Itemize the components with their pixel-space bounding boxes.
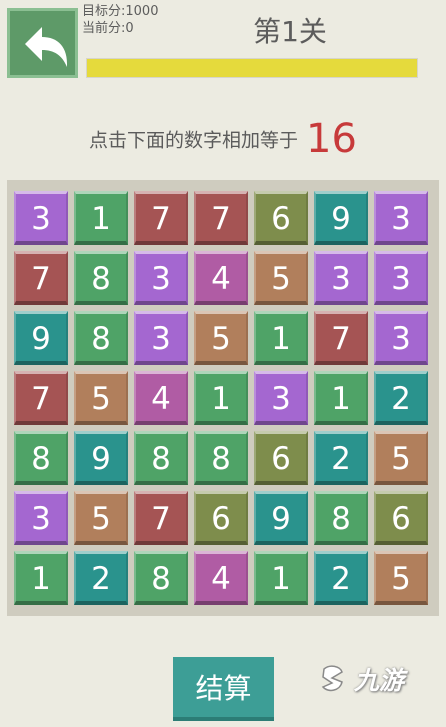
number-tile[interactable]: 7 <box>134 491 188 545</box>
number-tile[interactable]: 1 <box>314 371 368 425</box>
number-board: 3177693783453398351737541312898862535769… <box>7 180 439 616</box>
number-tile[interactable]: 7 <box>14 371 68 425</box>
number-tile[interactable]: 3 <box>374 251 428 305</box>
instruction: 点击下面的数字相加等于 16 <box>0 116 446 162</box>
number-tile[interactable]: 7 <box>134 191 188 245</box>
back-arrow-icon <box>25 27 68 67</box>
progress-bar <box>86 58 418 78</box>
number-tile[interactable]: 6 <box>194 491 248 545</box>
number-tile[interactable]: 1 <box>74 191 128 245</box>
number-tile[interactable]: 9 <box>74 431 128 485</box>
number-tile[interactable]: 9 <box>254 491 308 545</box>
target-sum: 16 <box>306 116 357 162</box>
number-tile[interactable]: 6 <box>254 431 308 485</box>
number-tile[interactable]: 7 <box>14 251 68 305</box>
number-tile[interactable]: 7 <box>314 311 368 365</box>
number-tile[interactable]: 8 <box>74 311 128 365</box>
number-tile[interactable]: 8 <box>194 431 248 485</box>
number-tile[interactable]: 5 <box>374 431 428 485</box>
number-tile[interactable]: 8 <box>314 491 368 545</box>
number-tile[interactable]: 5 <box>374 551 428 605</box>
number-tile[interactable]: 3 <box>374 191 428 245</box>
number-tile[interactable]: 2 <box>374 371 428 425</box>
number-tile[interactable]: 9 <box>14 311 68 365</box>
jiuyou-logo-icon <box>321 665 343 692</box>
number-tile[interactable]: 9 <box>314 191 368 245</box>
number-tile[interactable]: 6 <box>254 191 308 245</box>
number-tile[interactable]: 2 <box>314 431 368 485</box>
number-tile[interactable]: 8 <box>134 551 188 605</box>
watermark: 九游 <box>318 663 404 695</box>
current-score: 当前分:0 <box>82 21 134 36</box>
number-tile[interactable]: 1 <box>194 371 248 425</box>
number-tile[interactable]: 3 <box>14 491 68 545</box>
number-tile[interactable]: 1 <box>254 551 308 605</box>
level-title: 第1关 <box>253 15 327 48</box>
settle-button[interactable]: 结算 <box>173 657 274 721</box>
number-tile[interactable]: 7 <box>194 191 248 245</box>
number-tile[interactable]: 5 <box>74 371 128 425</box>
number-tile[interactable]: 8 <box>74 251 128 305</box>
back-button[interactable] <box>7 8 78 78</box>
target-score: 目标分:1000 <box>82 4 159 19</box>
instruction-text: 点击下面的数字相加等于 <box>89 129 299 152</box>
number-tile[interactable]: 5 <box>254 251 308 305</box>
number-tile[interactable]: 3 <box>374 311 428 365</box>
number-tile[interactable]: 4 <box>134 371 188 425</box>
number-tile[interactable]: 3 <box>134 251 188 305</box>
number-tile[interactable]: 3 <box>14 191 68 245</box>
number-tile[interactable]: 5 <box>74 491 128 545</box>
number-tile[interactable]: 4 <box>194 251 248 305</box>
number-tile[interactable]: 3 <box>314 251 368 305</box>
number-tile[interactable]: 8 <box>14 431 68 485</box>
number-tile[interactable]: 5 <box>194 311 248 365</box>
number-tile[interactable]: 6 <box>374 491 428 545</box>
number-tile[interactable]: 4 <box>194 551 248 605</box>
number-tile[interactable]: 3 <box>134 311 188 365</box>
number-tile[interactable]: 1 <box>14 551 68 605</box>
number-tile[interactable]: 2 <box>314 551 368 605</box>
number-tile[interactable]: 3 <box>254 371 308 425</box>
number-tile[interactable]: 8 <box>134 431 188 485</box>
number-tile[interactable]: 1 <box>254 311 308 365</box>
number-tile[interactable]: 2 <box>74 551 128 605</box>
watermark-text: 九游 <box>354 666 405 695</box>
progress-fill <box>87 59 417 77</box>
